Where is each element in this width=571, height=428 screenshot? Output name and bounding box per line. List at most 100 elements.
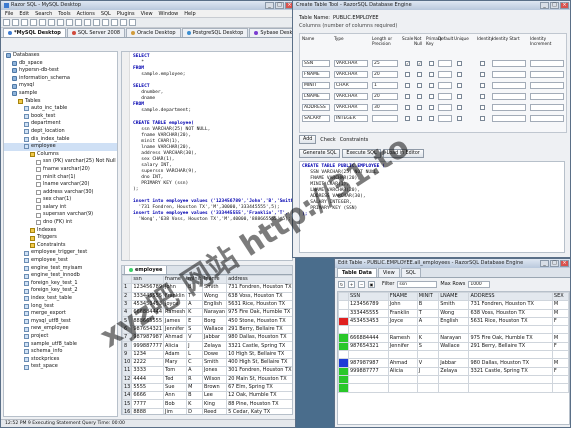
column-type-select[interactable]: CHAR: [334, 82, 368, 89]
tab-table-data[interactable]: Table Data: [337, 268, 377, 277]
table-cell[interactable]: 3321 Castle, Spring TX: [468, 366, 553, 376]
table-cell[interactable]: Jennifer: [387, 341, 418, 352]
column-name-field[interactable]: MINIT: [302, 82, 330, 89]
option-checkbox[interactable]: [480, 94, 485, 99]
length-field[interactable]: 1: [372, 82, 398, 89]
menu-window[interactable]: Window: [159, 10, 179, 17]
tree-item[interactable]: hypersn-db-test: [4, 67, 117, 75]
table-cell[interactable]: 123456789: [131, 283, 165, 293]
option-checkbox[interactable]: ✓: [417, 61, 422, 66]
table-row[interactable]: 124444TedRWilson20 Main St, Houston TXM4…: [122, 374, 292, 384]
table-cell[interactable]: 1234: [131, 349, 165, 359]
table-cell[interactable]: K: [186, 308, 203, 318]
table-cell[interactable]: 20 Main St, Houston TX: [226, 374, 292, 384]
table-cell[interactable]: Tom: [163, 366, 188, 376]
table-row[interactable]: 113333TomAJones301 Fondren, Houston TXM2…: [122, 366, 292, 376]
option-checkbox[interactable]: [429, 116, 434, 121]
table-cell[interactable]: [468, 374, 553, 385]
find-icon[interactable]: [75, 19, 82, 26]
identity-start-field[interactable]: [492, 71, 526, 78]
add-row-icon[interactable]: +: [348, 280, 355, 288]
table-row[interactable]: [338, 383, 569, 393]
default-field[interactable]: [438, 93, 452, 100]
table-cell[interactable]: 88 Pine, Houston TX: [226, 399, 292, 409]
table-cell[interactable]: M: [551, 300, 569, 310]
option-checkbox[interactable]: [405, 72, 410, 77]
tree-item[interactable]: index_test_table: [4, 295, 117, 303]
option-checkbox[interactable]: [480, 72, 485, 77]
table-row[interactable]: 453453453 Joyce A English 5631 Rice, Houston…: [338, 316, 569, 327]
tree-item[interactable]: test_space: [4, 363, 117, 371]
table-cell[interactable]: 5631 Rice, Houston TX: [468, 316, 553, 327]
column-name-field[interactable]: SALARY: [302, 115, 330, 122]
table-cell[interactable]: Ramesh: [387, 333, 418, 343]
table-cell[interactable]: Smith: [438, 300, 470, 310]
table-cell[interactable]: C: [186, 357, 203, 368]
tree-item[interactable]: project: [4, 333, 117, 341]
table-cell[interactable]: Wong: [438, 308, 470, 318]
option-checkbox[interactable]: [417, 72, 422, 77]
minimize-button[interactable]: _: [265, 2, 274, 9]
option-checkbox[interactable]: [429, 105, 434, 110]
column-name-field[interactable]: SSN: [302, 60, 330, 67]
option-checkbox[interactable]: [405, 105, 410, 110]
tree-item[interactable]: long_test: [4, 303, 117, 311]
tree-item[interactable]: foreign_key_test_2: [4, 287, 117, 295]
table-cell[interactable]: V: [416, 358, 440, 368]
tree-item[interactable]: new_employee: [4, 325, 117, 333]
table-cell[interactable]: [416, 383, 440, 393]
tree-item[interactable]: dis_index_table: [4, 136, 117, 144]
table-cell[interactable]: M: [551, 308, 569, 318]
sql-editor[interactable]: SELECT * FROM sample.employee; SELECT dnum…: [121, 51, 293, 261]
menu-edit[interactable]: Edit: [19, 10, 29, 17]
database-tree[interactable]: Databases db_space hypersn-db-test informat…: [3, 51, 118, 417]
table-cell[interactable]: 980 Dallas, Houston TX: [226, 333, 292, 343]
table-row[interactable]: 5 888665555 James E Borg 450 Stone, Houston T…: [122, 316, 292, 326]
column-header[interactable]: SEX: [551, 292, 569, 302]
tree-item[interactable]: Databases: [4, 52, 117, 60]
identity-start-field[interactable]: [492, 115, 526, 122]
table-cell[interactable]: [468, 325, 553, 335]
menu-help[interactable]: Help: [184, 10, 195, 17]
table-cell[interactable]: [348, 350, 389, 360]
table-cell[interactable]: 67 Elm, Spring TX: [226, 382, 292, 393]
rollback-icon[interactable]: [129, 19, 136, 26]
table-cell[interactable]: T: [416, 308, 440, 318]
filter-input[interactable]: ssn: [397, 280, 438, 288]
table-cell[interactable]: Bob: [163, 399, 188, 409]
table-cell[interactable]: 638 Voss, Houston TX: [468, 308, 553, 318]
table-cell[interactable]: 6666: [131, 391, 165, 401]
identity-increment-field[interactable]: [530, 93, 564, 100]
table-cell[interactable]: Narayan: [438, 333, 470, 343]
table-cell[interactable]: 123456789: [348, 300, 389, 310]
table-cell[interactable]: [416, 374, 440, 385]
option-checkbox[interactable]: [405, 94, 410, 99]
table-cell[interactable]: M: [551, 358, 569, 368]
menu-sql[interactable]: SQL: [101, 10, 111, 17]
length-field[interactable]: [372, 115, 398, 122]
edit-data-grid[interactable]: SSN FNAME MINIT LNAME ADDRESS SEX 123456789 Joh…: [338, 292, 569, 393]
table-cell[interactable]: Sue: [163, 382, 188, 393]
table-cell[interactable]: [551, 383, 569, 393]
column-type-select[interactable]: VARCHAR: [334, 104, 368, 111]
table-cell[interactable]: 987987987: [131, 333, 165, 343]
table-cell[interactable]: Adam: [163, 349, 188, 359]
tree-item[interactable]: engine_test_myisam: [4, 265, 117, 273]
table-cell[interactable]: Zelaya: [438, 366, 470, 376]
column-header[interactable]: ADDRESS: [468, 292, 553, 302]
table-cell[interactable]: Jabbar: [438, 358, 470, 368]
table-cell[interactable]: Ramesh: [163, 308, 188, 318]
tab-connection[interactable]: SQL Server 2008: [66, 28, 126, 37]
option-checkbox[interactable]: [480, 105, 485, 110]
identity-increment-field[interactable]: [530, 82, 564, 89]
default-field[interactable]: [438, 71, 452, 78]
table-cell[interactable]: [348, 383, 389, 393]
column-header[interactable]: MINIT: [416, 292, 440, 302]
table-cell[interactable]: [387, 350, 418, 360]
table-cell[interactable]: 291 Berry, Bellaire TX: [226, 324, 292, 335]
table-cell[interactable]: [438, 325, 470, 335]
table-cell[interactable]: V: [186, 333, 203, 343]
results-table[interactable]: ssnfnameminitlnameaddresssexsalarysupers…: [122, 274, 292, 414]
table-cell[interactable]: A: [186, 299, 203, 310]
table-row[interactable]: 8 999887777 Alicia J Zelaya 3321 Castle, Spri…: [122, 341, 292, 351]
